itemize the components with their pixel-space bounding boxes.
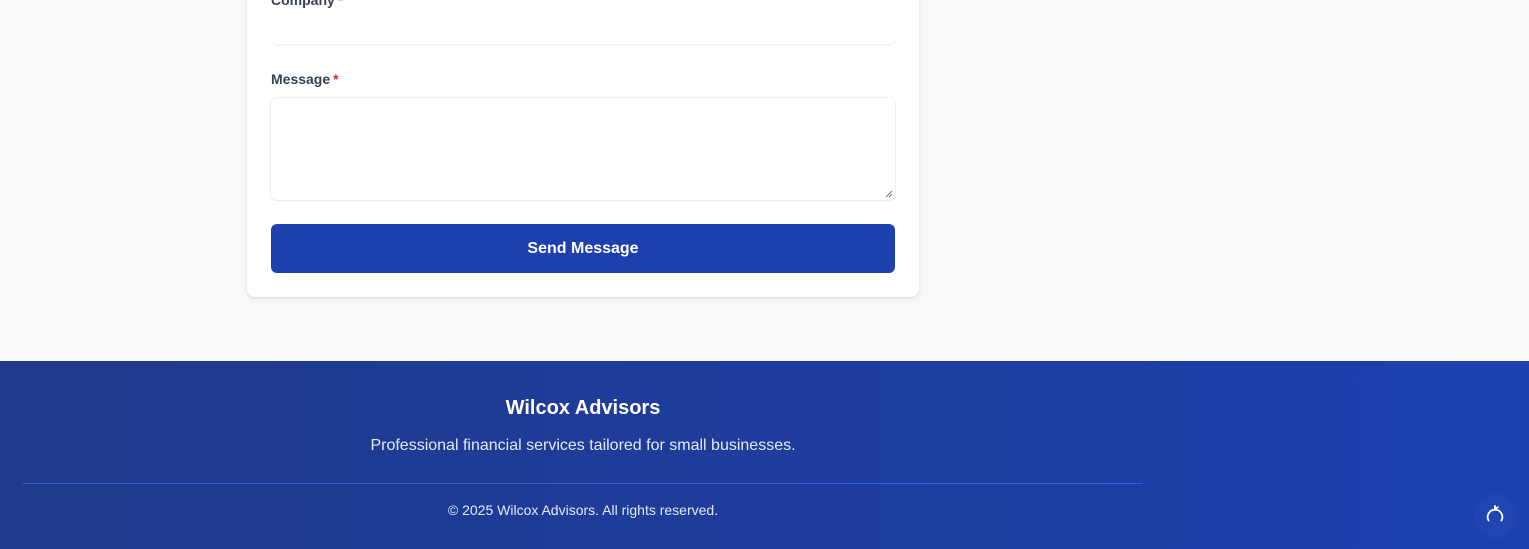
refresh-icon (1486, 505, 1504, 522)
page: Company * Message * Send Message Wilcox Ad… (0, 0, 1529, 549)
site-footer: Wilcox Advisors Professional financial s… (0, 361, 1529, 549)
footer-divider (23, 483, 1143, 484)
company-required-marker: * (337, 0, 344, 8)
floating-action-button[interactable] (1473, 494, 1517, 538)
message-label-text: Message (271, 71, 331, 87)
contact-form-card: Company * Message * Send Message (247, 0, 919, 297)
footer-brand-name: Wilcox Advisors (505, 397, 661, 419)
send-message-button[interactable]: Send Message (271, 224, 895, 273)
company-field-label: Company * (271, 0, 343, 8)
footer-copyright: © 2025 Wilcox Advisors. All rights reser… (447, 502, 719, 518)
company-input[interactable] (271, 17, 895, 45)
company-label-text: Company (271, 0, 335, 8)
footer-tagline: Professional financial services tailored… (370, 437, 796, 454)
message-required-marker: * (333, 71, 339, 87)
message-textarea[interactable] (271, 98, 895, 200)
message-field-label: Message * (271, 71, 339, 87)
resize-handle-icon[interactable] (885, 190, 893, 198)
